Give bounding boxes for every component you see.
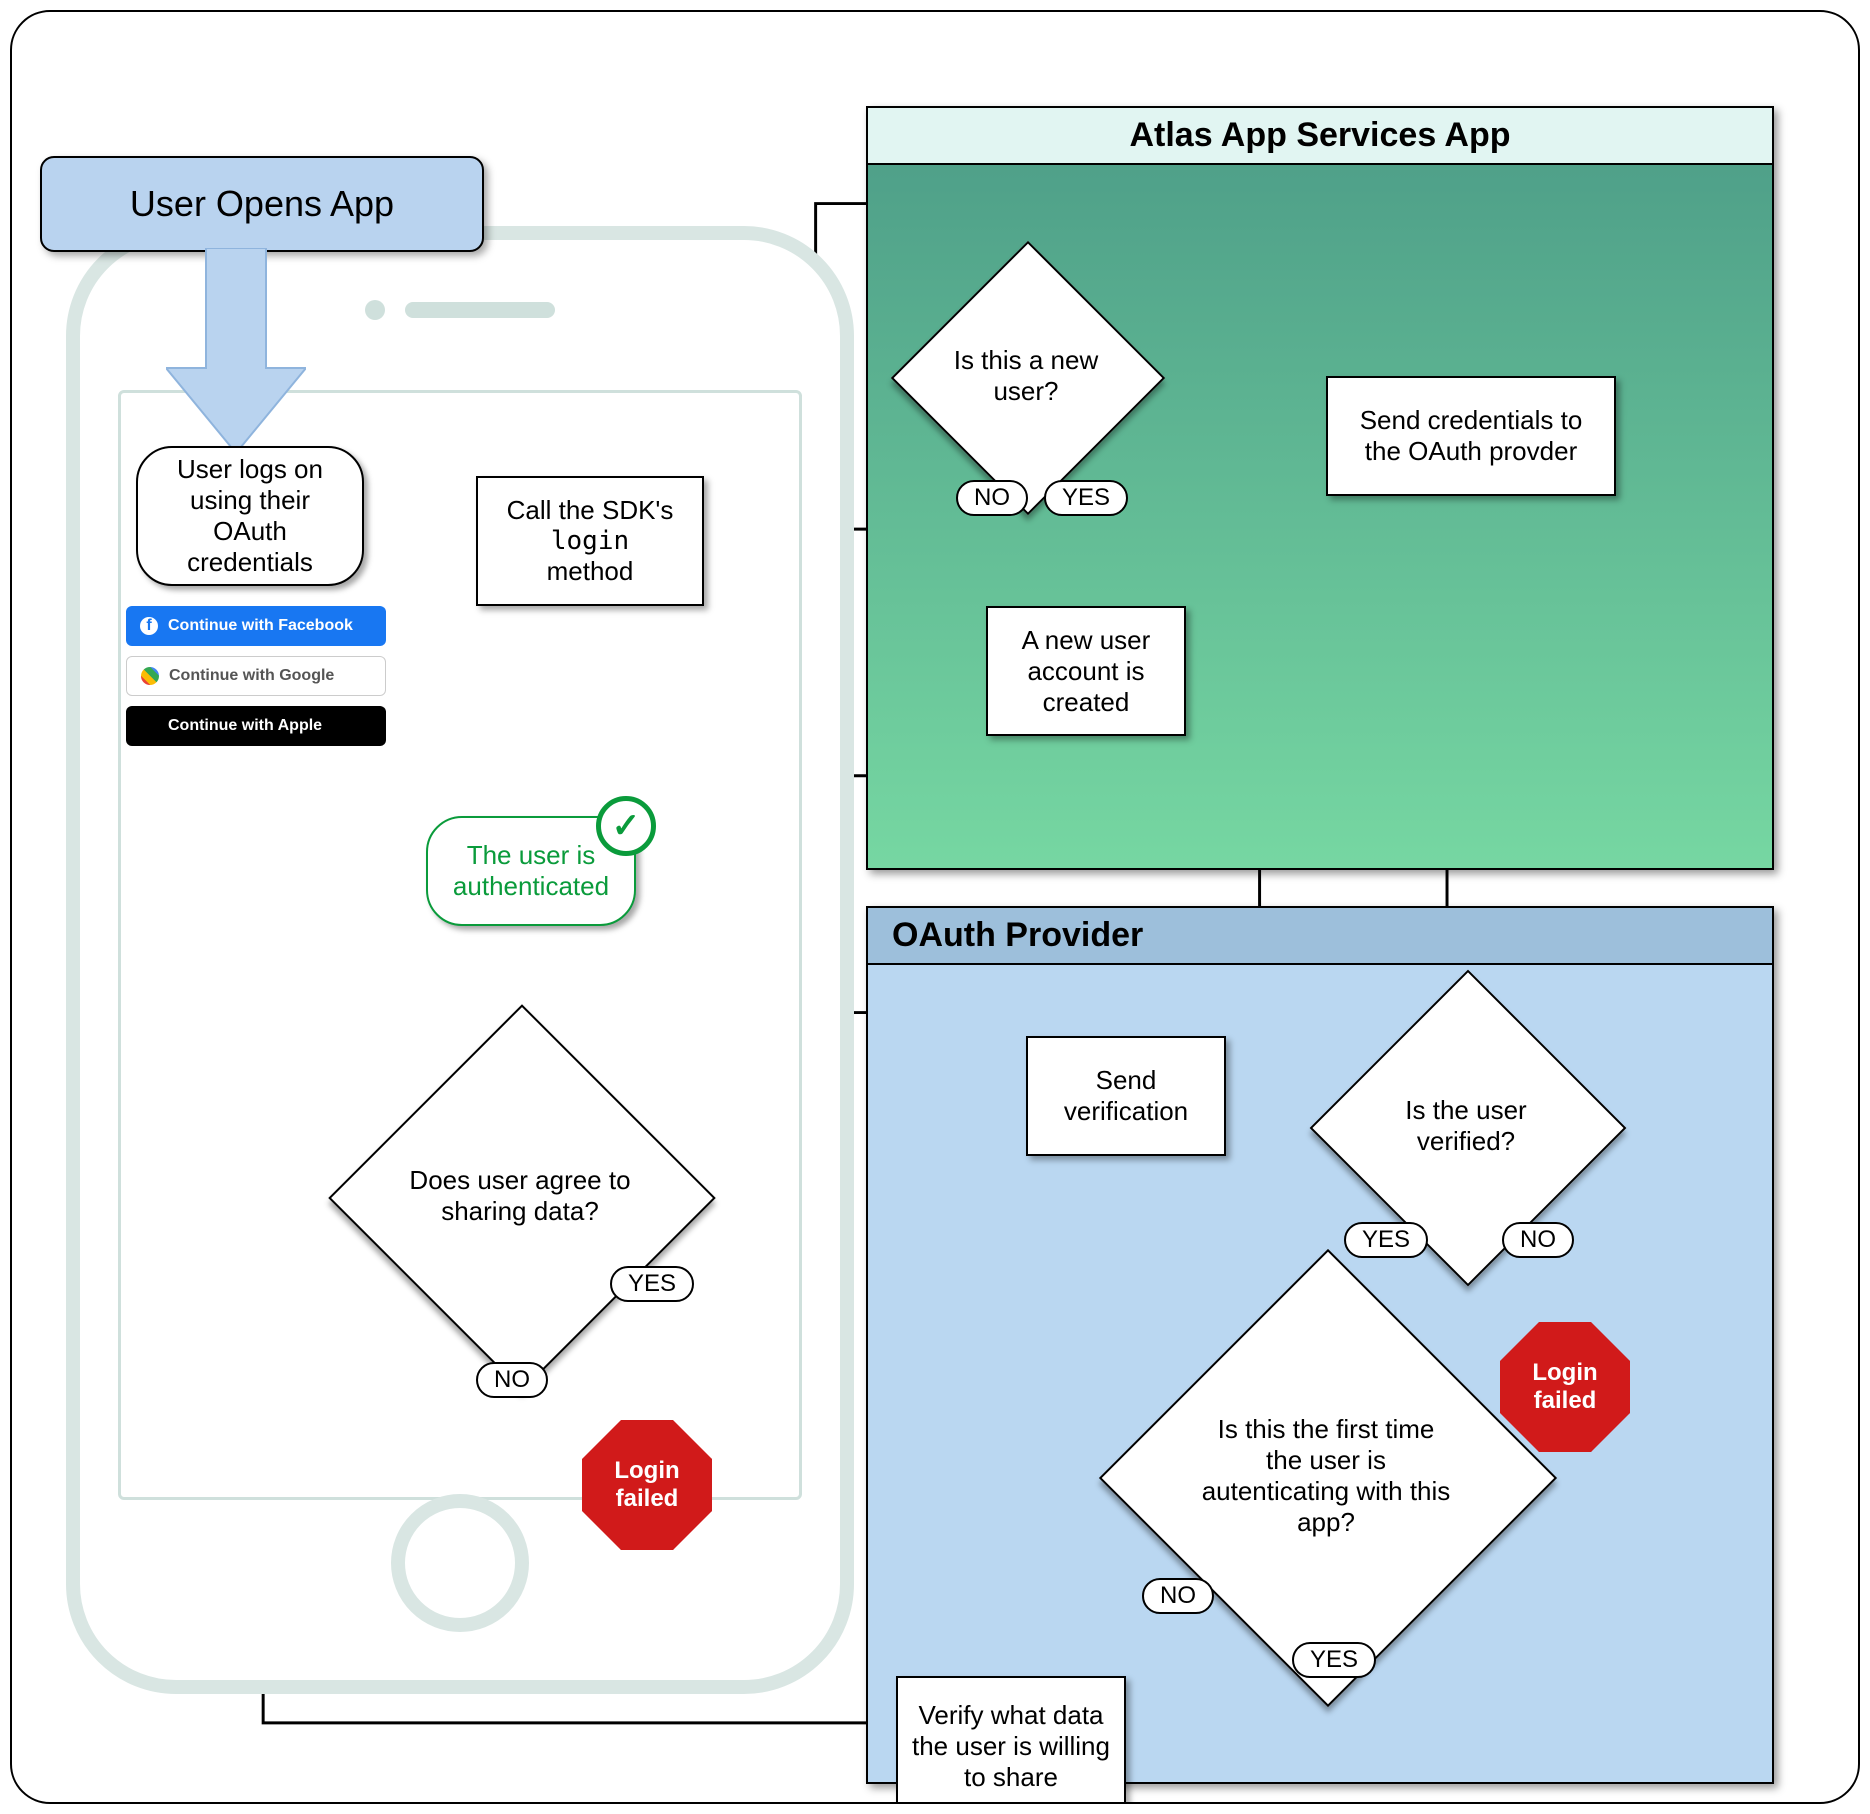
phone-home-button [391,1494,529,1632]
first-time-yes-pill: YES [1292,1642,1376,1678]
verified-yes-pill: YES [1344,1222,1428,1258]
call-sdk-line1: Call the SDK's [507,495,674,526]
facebook-icon: f [140,617,158,635]
user-logs-on-box: User logs on using their OAuth credentia… [136,446,364,586]
first-time-auth-label: Is this the first time the user is auten… [1196,1396,1456,1556]
verified-no-pill: NO [1502,1222,1574,1258]
share-no-pill: NO [476,1362,548,1398]
call-sdk-login-box: Call the SDK's login method [476,476,704,606]
fb-label: Continue with Facebook [168,617,353,635]
user-opens-app-banner: User Opens App [40,156,484,252]
ap-label: Continue with Apple [168,717,322,735]
call-sdk-code: login [551,526,629,556]
first-time-no-pill: NO [1142,1578,1214,1614]
continue-with-google-button[interactable]: Continue with Google [126,656,386,696]
send-credentials-box: Send credentials to the OAuth provder [1326,376,1616,496]
call-sdk-line2: method [547,556,634,587]
verify-data-box: Verify what data the user is willing to … [896,1676,1126,1804]
new-user-created-box: A new user account is created [986,606,1186,736]
continue-with-apple-button[interactable]: Continue with Apple [126,706,386,746]
is-new-user-label: Is this a new user? [946,331,1106,421]
login-failed-phone: Login failed [582,1420,712,1550]
oauth-region-title: OAuth Provider [868,908,1772,965]
send-verification-box: Send verification [1026,1036,1226,1156]
login-failed-oauth: Login failed [1500,1322,1630,1452]
continue-with-facebook-button[interactable]: f Continue with Facebook [126,606,386,646]
google-icon [141,667,159,685]
share-data-label: Does user agree to sharing data? [400,1126,640,1266]
apple-icon [140,717,158,735]
atlas-region-title: Atlas App Services App [868,108,1772,165]
gg-label: Continue with Google [169,667,334,685]
is-user-verified-label: Is the user verified? [1376,1076,1556,1176]
check-icon: ✓ [596,796,656,856]
share-yes-pill: YES [610,1266,694,1302]
banner-arrow-icon [166,248,306,458]
new-user-no-pill: NO [956,480,1028,516]
new-user-yes-pill: YES [1044,480,1128,516]
